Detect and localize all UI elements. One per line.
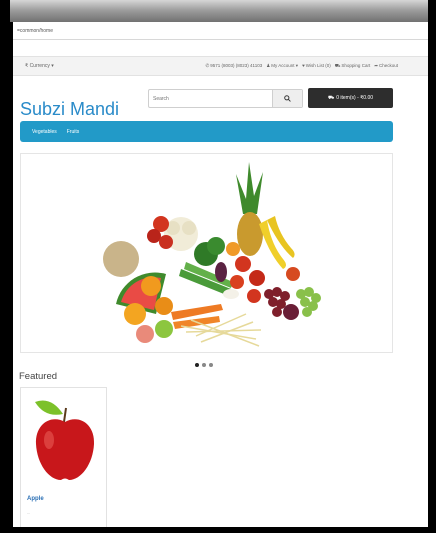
- currency-dropdown[interactable]: ₹ Currency ▾: [25, 63, 54, 69]
- search-input[interactable]: [149, 90, 272, 107]
- search-icon: [284, 95, 291, 102]
- apple-image[interactable]: [21, 388, 108, 488]
- url-text: =common/home: [17, 28, 53, 34]
- cart-button[interactable]: ⛟ 0 item(s) - ₹0.00: [308, 88, 393, 108]
- browser-chrome-top: [0, 0, 436, 24]
- menu-item-vegetables[interactable]: Vegetables: [32, 129, 57, 135]
- window-border-right: [428, 0, 436, 533]
- slide-dot-3[interactable]: [209, 363, 213, 367]
- product-card[interactable]: Apple ...: [20, 387, 107, 527]
- wishlist-link[interactable]: ♥Wish List (0): [302, 63, 331, 70]
- product-description: ...: [27, 510, 31, 515]
- cart-button-label: 0 item(s) - ₹0.00: [336, 95, 374, 101]
- page: =common/home ₹ Currency ▾ ✆9571 (8003) (…: [10, 22, 428, 527]
- window-border-left: [0, 0, 10, 533]
- heart-icon: ♥: [302, 63, 305, 68]
- menu-item-fruits[interactable]: Fruits: [67, 129, 80, 135]
- search-box: [148, 89, 303, 108]
- phone-icon: ✆: [205, 63, 210, 68]
- checkout-link[interactable]: ➦Checkout: [374, 63, 398, 70]
- address-bar[interactable]: =common/home: [13, 22, 428, 40]
- featured-heading: Featured: [19, 371, 58, 382]
- my-account-label: My Account ▾: [271, 63, 299, 68]
- wishlist-label: Wish List (0): [305, 63, 331, 68]
- cart-icon: ⛟: [334, 63, 341, 68]
- slide-dot-2[interactable]: [202, 363, 206, 367]
- window-border-bottom: [0, 527, 436, 533]
- vegetables-banner-image: [103, 162, 321, 347]
- slideshow-banner[interactable]: [20, 153, 393, 353]
- user-icon: ♟: [266, 63, 271, 68]
- top-links: ✆9571 (8003) (8023) 41103 ♟My Account ▾ …: [205, 63, 398, 70]
- checkout-label: Checkout: [378, 63, 398, 68]
- shopping-cart-label: Shopping Cart: [341, 63, 371, 68]
- slideshow-pagination: [195, 363, 213, 367]
- shopping-cart-link[interactable]: ⛟Shopping Cart: [335, 63, 370, 70]
- category-menu: Vegetables Fruits: [20, 121, 393, 142]
- cart-icon: ⛟: [327, 94, 335, 101]
- slide-dot-1[interactable]: [195, 363, 199, 367]
- search-button[interactable]: [272, 90, 302, 107]
- share-icon: ➦: [374, 63, 378, 68]
- product-name[interactable]: Apple: [27, 496, 44, 502]
- site-logo[interactable]: Subzi Mandi: [20, 99, 119, 120]
- phone-label: 9571 (8003) (8023) 41103: [210, 63, 263, 68]
- my-account-link[interactable]: ♟My Account ▾: [266, 63, 298, 70]
- phone-link[interactable]: ✆9571 (8003) (8023) 41103: [205, 63, 262, 70]
- top-bar: ₹ Currency ▾ ✆9571 (8003) (8023) 41103 ♟…: [13, 56, 428, 76]
